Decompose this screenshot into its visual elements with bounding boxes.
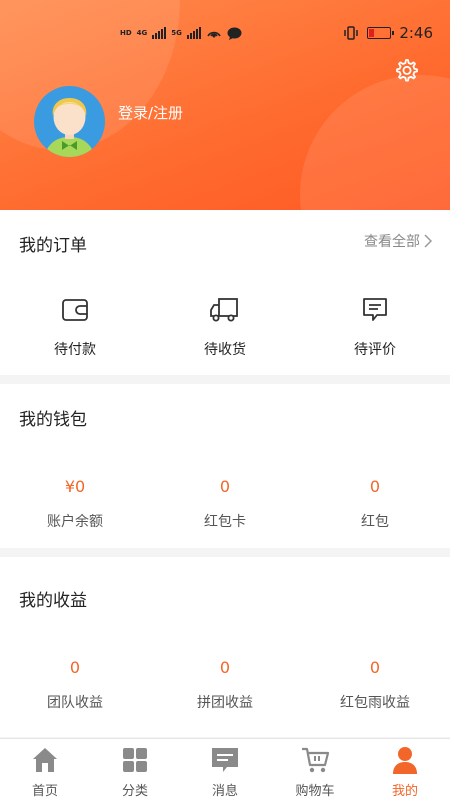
vibrate-icon [344, 26, 359, 40]
tab-label: 分类 [121, 784, 148, 799]
grid-icon [123, 748, 147, 772]
tab-label: 购物车 [295, 784, 335, 799]
battery-icon [367, 27, 395, 39]
hd-tag: HD [120, 29, 132, 37]
earnings-title: 我的收益 [19, 591, 87, 611]
hotspot-icon [207, 31, 221, 38]
chevron-right-icon [424, 234, 432, 248]
wallet-value: 0 [369, 477, 381, 496]
message-icon [212, 748, 238, 772]
avatar[interactable] [34, 86, 105, 157]
view-all-label: 查看全部 [364, 234, 420, 250]
earnings-value: 0 [219, 658, 231, 677]
tab-messages[interactable]: 消息 [180, 739, 270, 800]
decor-bubble [300, 75, 450, 210]
status-bar-left: HD 4G 5G [120, 20, 242, 46]
earnings-value: 0 [369, 658, 381, 677]
status-bar-right: 2:46 [343, 20, 433, 46]
person-icon [393, 747, 417, 774]
wallet-label: 红包 [361, 514, 389, 530]
avatar-image [44, 98, 95, 157]
view-all-orders-link[interactable]: 查看全部 [364, 231, 432, 251]
cart-icon [302, 747, 330, 773]
earnings-value: 0 [69, 658, 81, 677]
tab-home[interactable]: 首页 [0, 739, 90, 800]
login-register-link[interactable]: 登录/注册 [118, 102, 183, 123]
status-bar: HD 4G 5G 2:46 [0, 20, 450, 46]
home-icon [33, 748, 57, 772]
chat-notification-icon [227, 27, 242, 40]
wallet-value: 0 [219, 477, 231, 496]
tab-label: 我的 [391, 784, 418, 799]
tab-category[interactable]: 分类 [90, 739, 180, 800]
tab-label: 首页 [31, 784, 58, 799]
tab-mine[interactable]: 我的 [360, 739, 450, 800]
tab-cart[interactable]: 购物车 [270, 739, 360, 800]
signal-icon [152, 27, 167, 39]
settings-gear-icon[interactable] [393, 58, 419, 84]
network-5g-tag: 5G [171, 29, 182, 37]
order-item-label: 待评价 [354, 342, 396, 358]
earnings-label: 拼团收益 [197, 695, 253, 711]
bottom-tab-bar: 首页 分类 消息 购物车 我的 [0, 738, 450, 800]
tab-label: 消息 [211, 784, 238, 799]
network-4g-tag: 4G [136, 29, 148, 37]
order-item-label: 待付款 [54, 342, 96, 358]
truck-icon [210, 298, 238, 322]
profile-header: HD 4G 5G 2:46 登录/注册 [0, 0, 450, 210]
earnings-label: 红包雨收益 [340, 695, 410, 711]
wallet-value: ¥0 [64, 477, 86, 496]
status-time: 2:46 [399, 24, 433, 42]
signal-icon [186, 27, 201, 39]
wallet-label: 红包卡 [204, 514, 246, 530]
wallet-icon [62, 299, 88, 321]
wallet-title: 我的钱包 [19, 410, 87, 430]
comment-icon [363, 298, 387, 321]
earnings-label: 团队收益 [47, 695, 103, 711]
orders-title: 我的订单 [19, 236, 87, 256]
order-item-label: 待收货 [204, 342, 246, 358]
wallet-label: 账户余额 [47, 514, 103, 530]
